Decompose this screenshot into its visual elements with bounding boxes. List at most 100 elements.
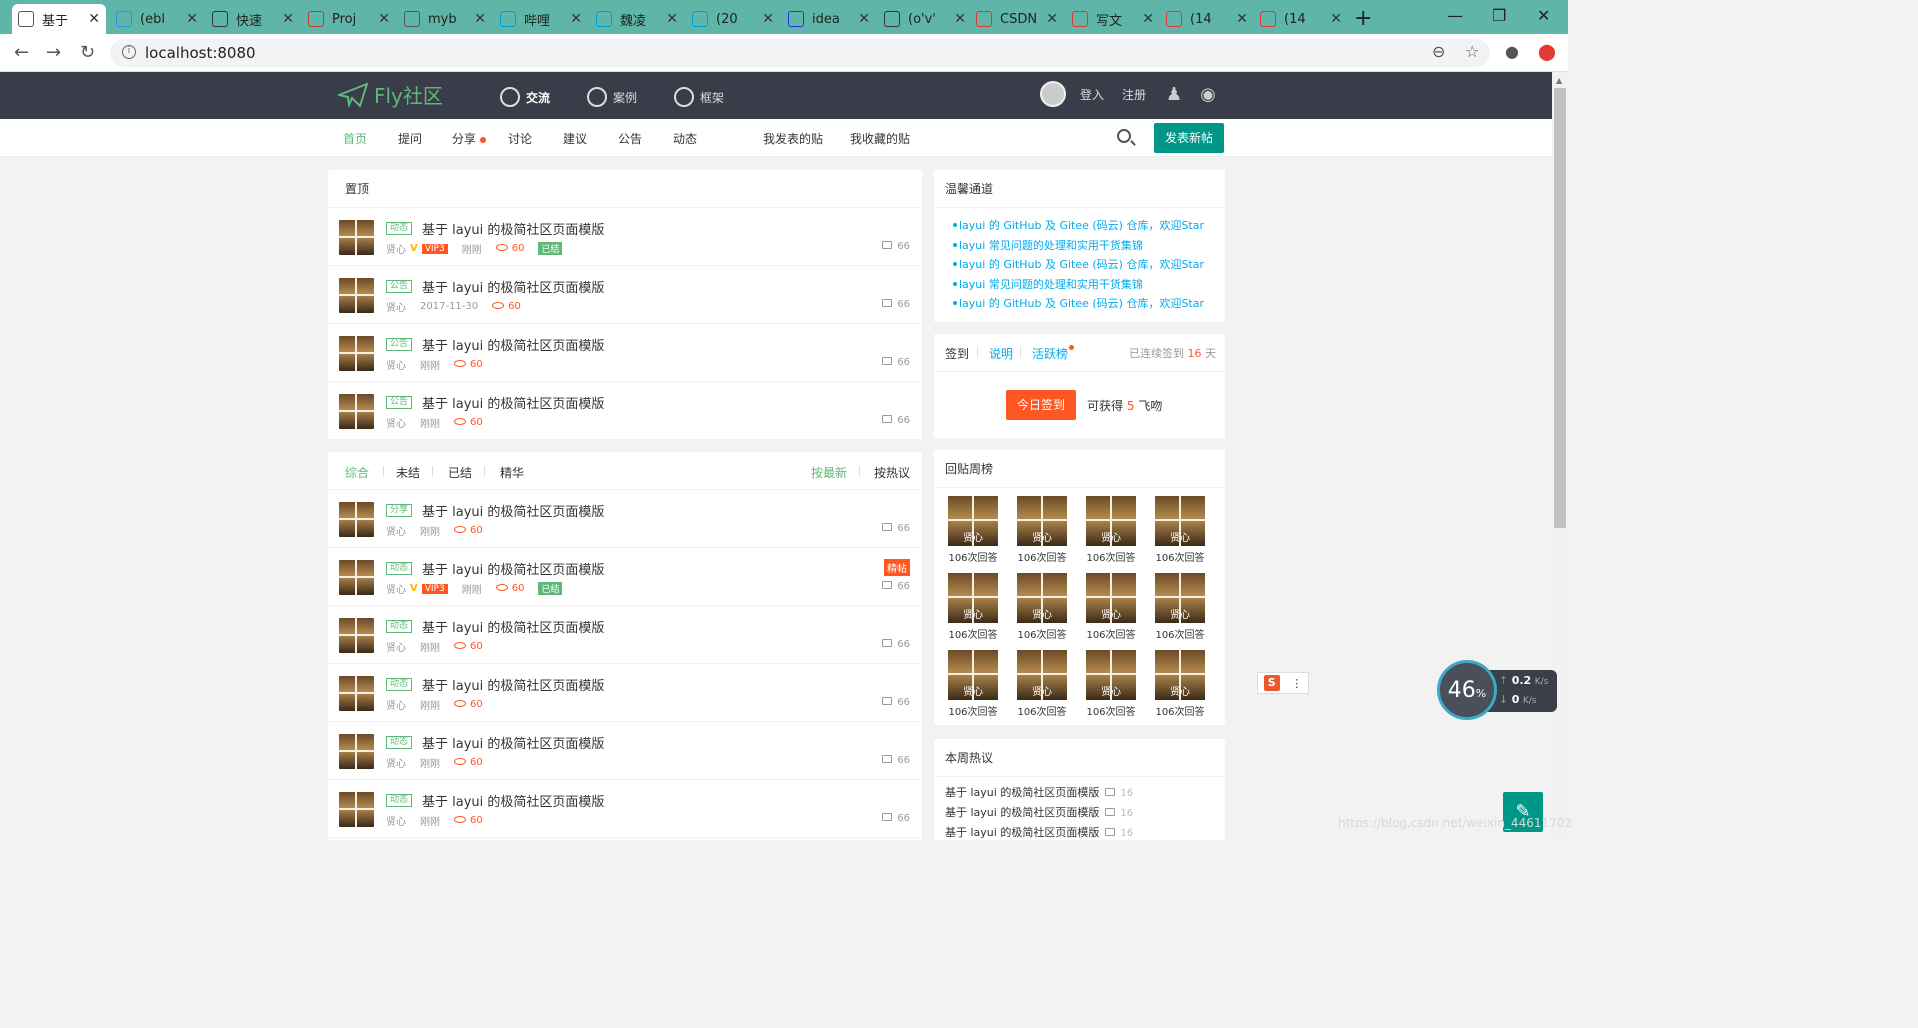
post-title[interactable]: 基于 layui 的极简社区页面模版	[422, 791, 604, 810]
author-name[interactable]: 贤心	[386, 241, 406, 256]
tab-sign[interactable]: 签到	[945, 345, 969, 362]
author-avatar[interactable]	[339, 560, 374, 595]
close-window-icon[interactable]: ✕	[1537, 6, 1550, 25]
minimize-icon[interactable]: —	[1447, 6, 1463, 25]
tab-help[interactable]: 说明	[989, 345, 1013, 362]
post-item[interactable]: 分享 基于 layui 的极简社区页面模版 贤心 刚刚 60 66	[328, 490, 922, 548]
author-name[interactable]: 贤心	[386, 813, 406, 828]
post-title[interactable]: 基于 layui 的极简社区页面模版	[422, 733, 604, 752]
site-logo[interactable]: Fly社区	[338, 80, 443, 109]
browser-tab[interactable]: Proj ✕	[302, 4, 396, 34]
author-name[interactable]: 贤心	[386, 523, 406, 538]
hot-topic[interactable]: 基于 layui 的极简社区页面模版 16	[945, 784, 1133, 800]
category-badge[interactable]: 动态	[386, 620, 413, 633]
close-tab-icon[interactable]: ✕	[858, 11, 870, 27]
author-avatar[interactable]	[339, 792, 374, 827]
bookmark-star-icon[interactable]: ☆	[1465, 42, 1479, 61]
ime-menu-icon[interactable]: ⋮	[1291, 677, 1302, 690]
author-name[interactable]: 贤心	[386, 357, 406, 372]
browser-tab[interactable]: (o'v' ✕	[878, 4, 972, 34]
extension-icon[interactable]: ⬤	[1538, 42, 1556, 61]
channel-link[interactable]: layui 的 GitHub 及 Gitee (码云) 仓库，欢迎Star	[952, 295, 1204, 311]
ranking-user[interactable]: 贤心 106次回答	[948, 573, 998, 641]
author-name[interactable]: 贤心	[386, 581, 406, 596]
author-name[interactable]: 贤心	[386, 755, 406, 770]
author-avatar[interactable]	[339, 220, 374, 255]
author-avatar[interactable]	[339, 618, 374, 653]
filter-all[interactable]: 综合	[345, 464, 369, 481]
browser-tab[interactable]: (14 ✕	[1254, 4, 1348, 34]
post-item[interactable]: 公告 基于 layui 的极简社区页面模版 贤心 刚刚 60 66	[328, 324, 922, 382]
post-title[interactable]: 基于 layui 的极简社区页面模版	[422, 501, 604, 520]
close-tab-icon[interactable]: ✕	[666, 11, 678, 27]
browser-tab[interactable]: 写文 ✕	[1066, 4, 1160, 34]
browser-tab[interactable]: 魏凌 ✕	[590, 4, 684, 34]
back-icon[interactable]: ←	[14, 42, 29, 63]
sort-newest[interactable]: 按最新	[811, 464, 847, 481]
close-tab-icon[interactable]: ✕	[378, 11, 390, 27]
reload-icon[interactable]: ↻	[80, 42, 95, 63]
ranking-user[interactable]: 贤心 106次回答	[1017, 496, 1067, 564]
browser-tab[interactable]: CSDN ✕	[970, 4, 1064, 34]
browser-tab[interactable]: myb ✕	[398, 4, 492, 34]
close-tab-icon[interactable]: ✕	[1330, 11, 1342, 27]
ranking-user[interactable]: 贤心 106次回答	[1017, 573, 1067, 641]
browser-tab[interactable]: (20 ✕	[686, 4, 780, 34]
ranking-user[interactable]: 贤心 106次回答	[1086, 573, 1136, 641]
login-link[interactable]: 登入	[1080, 86, 1104, 103]
hot-topic[interactable]: 基于 layui 的极简社区页面模版 16	[945, 824, 1133, 840]
subnav-dynamic[interactable]: 动态	[673, 130, 697, 147]
ranking-user[interactable]: 贤心 106次回答	[948, 496, 998, 564]
post-item[interactable]: 公告 基于 layui 的极简社区页面模版 贤心 2017-11-30 60 66	[328, 266, 922, 324]
channel-link[interactable]: layui 常见问题的处理和实用干货集锦	[953, 276, 1143, 292]
post-title[interactable]: 基于 layui 的极简社区页面模版	[422, 675, 604, 694]
post-item[interactable]: 动态 基于 layui 的极简社区页面模版 贤心 刚刚 60 66	[328, 722, 922, 780]
channel-link[interactable]: layui 的 GitHub 及 Gitee (码云) 仓库，欢迎Star	[952, 256, 1204, 272]
author-name[interactable]: 贤心	[386, 415, 406, 430]
search-icon[interactable]	[1117, 129, 1131, 143]
maximize-icon[interactable]: ❐	[1492, 6, 1506, 25]
ranking-user[interactable]: 贤心 106次回答	[1086, 650, 1136, 718]
scroll-up-icon[interactable]: ▲	[1556, 76, 1562, 85]
profile-icon[interactable]: ●	[1505, 42, 1519, 61]
category-badge[interactable]: 动态	[386, 562, 413, 575]
browser-tab[interactable]: (ebl ✕	[110, 4, 204, 34]
close-tab-icon[interactable]: ✕	[88, 11, 100, 27]
close-tab-icon[interactable]: ✕	[1046, 11, 1058, 27]
hot-topic-title[interactable]: 基于 layui 的极简社区页面模版	[945, 786, 1099, 799]
close-tab-icon[interactable]: ✕	[762, 11, 774, 27]
close-tab-icon[interactable]: ✕	[954, 11, 966, 27]
ranking-user[interactable]: 贤心 106次回答	[1017, 650, 1067, 718]
author-avatar[interactable]	[339, 336, 374, 371]
my-posts-link[interactable]: 我发表的贴	[763, 130, 823, 147]
category-badge[interactable]: 动态	[386, 678, 413, 691]
subnav-suggest[interactable]: 建议	[563, 130, 587, 147]
ranking-user[interactable]: 贤心 106次回答	[1155, 573, 1205, 641]
ranking-user[interactable]: 贤心 106次回答	[1155, 650, 1205, 718]
nav-framework[interactable]: 框架	[674, 87, 724, 107]
category-badge[interactable]: 公告	[386, 338, 413, 351]
filter-featured[interactable]: 精华	[500, 464, 524, 481]
forward-icon[interactable]: →	[46, 42, 61, 63]
nav-exchange[interactable]: 交流	[500, 87, 550, 107]
zoom-icon[interactable]: ⊖	[1432, 42, 1445, 61]
category-badge[interactable]: 分享	[386, 504, 413, 517]
browser-tab[interactable]: idea ✕	[782, 4, 876, 34]
ranking-user[interactable]: 贤心 106次回答	[1086, 496, 1136, 564]
browser-tab[interactable]: 基于 ✕	[12, 4, 106, 34]
category-badge[interactable]: 动态	[386, 794, 413, 807]
author-avatar[interactable]	[339, 502, 374, 537]
info-icon[interactable]: i	[122, 45, 136, 59]
filter-unsolved[interactable]: 未结	[396, 464, 420, 481]
close-tab-icon[interactable]: ✕	[570, 11, 582, 27]
author-avatar[interactable]	[339, 278, 374, 313]
tab-active-rank[interactable]: 活跃榜	[1032, 345, 1075, 362]
close-tab-icon[interactable]: ✕	[1142, 11, 1154, 27]
close-tab-icon[interactable]: ✕	[1236, 11, 1248, 27]
post-title[interactable]: 基于 layui 的极简社区页面模版	[422, 617, 604, 636]
browser-tab[interactable]: (14 ✕	[1160, 4, 1254, 34]
scrollbar-thumb[interactable]	[1554, 88, 1566, 528]
post-item[interactable]: 动态 基于 layui 的极简社区页面模版 贤心 刚刚 60 66	[328, 780, 922, 838]
browser-tab[interactable]: 快速 ✕	[206, 4, 300, 34]
author-name[interactable]: 贤心	[386, 299, 406, 314]
